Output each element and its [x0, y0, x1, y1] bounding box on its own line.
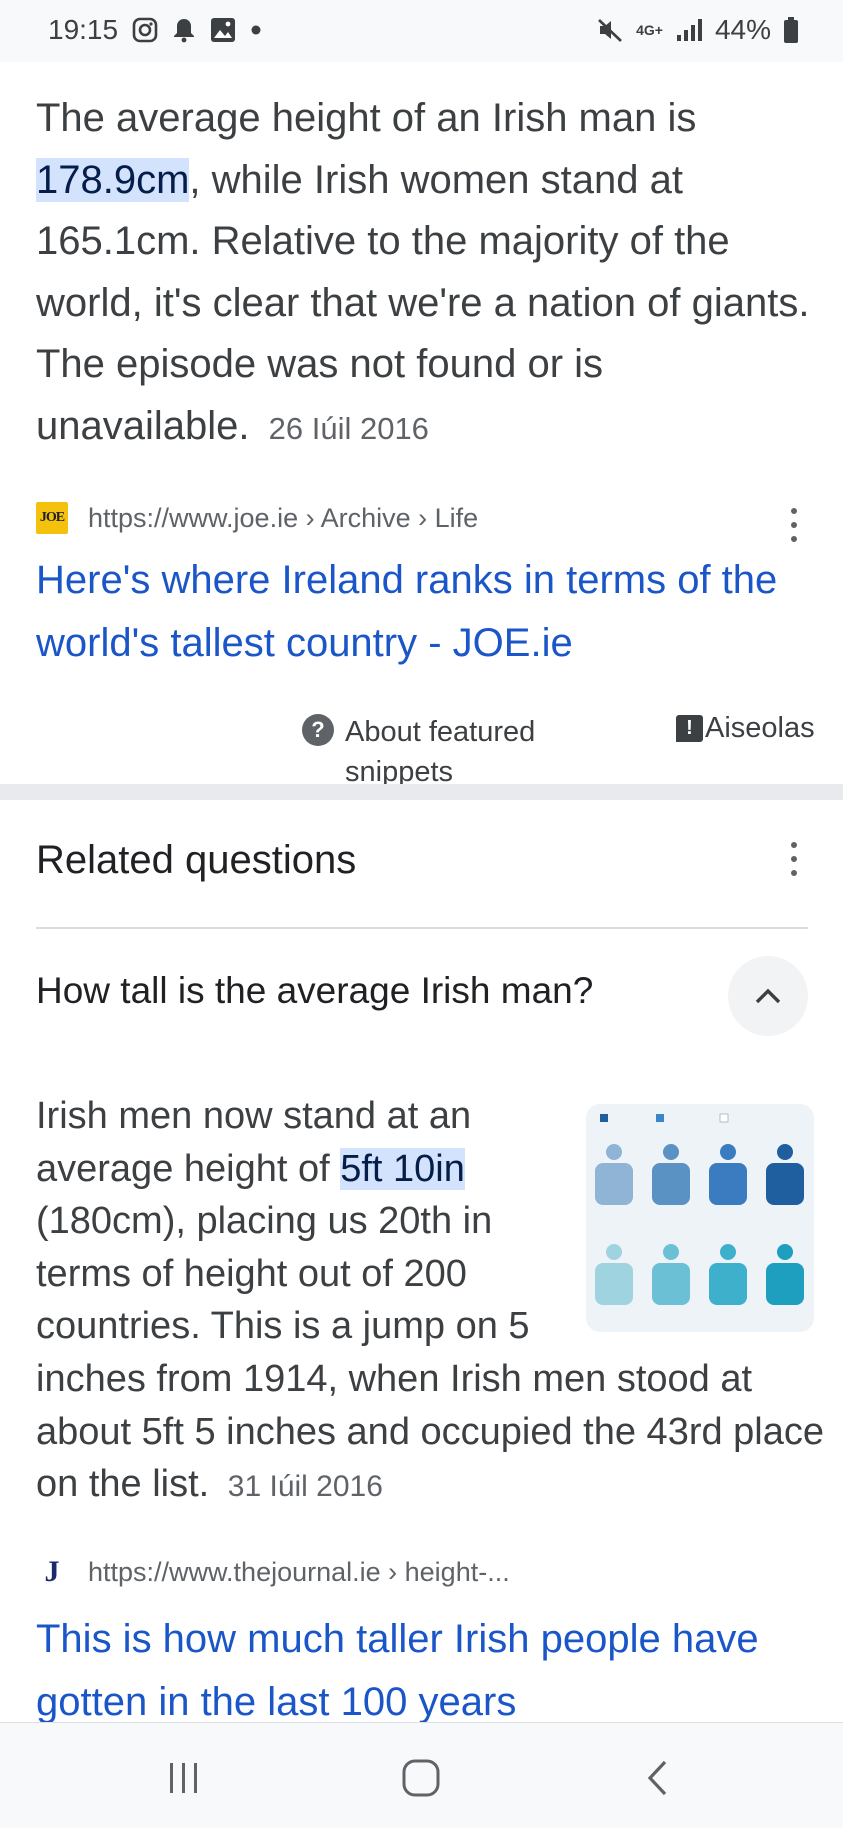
- back-icon[interactable]: [628, 1753, 688, 1803]
- chevron-up-icon: [755, 988, 781, 1004]
- snippet-source[interactable]: JOE https://www.joe.ie › Archive › Life: [36, 496, 806, 540]
- related-more-options-icon[interactable]: [788, 842, 800, 876]
- featured-snippet-text: The average height of an Irish man is 17…: [36, 96, 810, 448]
- mute-icon: [596, 16, 624, 44]
- answer-thumbnail[interactable]: [586, 1104, 814, 1332]
- answer-source[interactable]: J https://www.thejournal.ie › height-...: [36, 1555, 806, 1588]
- man-figure-icon: [766, 1144, 804, 1205]
- woman-figure-icon: [709, 1244, 747, 1305]
- result-title-link[interactable]: Here's where Ireland ranks in terms of t…: [36, 549, 816, 675]
- joe-logo-icon: JOE: [36, 502, 68, 534]
- home-icon[interactable]: [391, 1753, 451, 1803]
- more-options-icon[interactable]: [788, 508, 800, 542]
- notification-bell-icon: [172, 17, 196, 43]
- about-featured-snippets[interactable]: ? About featured snippets: [302, 712, 575, 792]
- man-figure-icon: [595, 1144, 633, 1205]
- man-figure-icon: [709, 1144, 747, 1205]
- gallery-icon: [210, 17, 236, 43]
- status-bar: 19:15 4G+ 44%: [0, 0, 843, 62]
- help-icon: ?: [302, 714, 334, 746]
- battery-percent: 44%: [714, 14, 771, 45]
- battery-icon: [783, 16, 799, 44]
- man-figure-icon: [652, 1144, 690, 1205]
- recent-apps-icon[interactable]: [154, 1753, 214, 1803]
- feedback-button[interactable]: ! Aiseolas: [676, 712, 815, 745]
- source-breadcrumb: https://www.joe.ie › Archive › Life: [88, 502, 479, 533]
- section-divider: [0, 784, 843, 800]
- height-infographic: [595, 1113, 804, 1305]
- divider: [36, 927, 808, 929]
- woman-figure-icon: [766, 1244, 804, 1305]
- feedback-icon: !: [676, 715, 703, 742]
- highlighted-answer: 178.9cm: [36, 157, 190, 202]
- dot-icon: [250, 24, 262, 36]
- related-questions-title: Related questions: [36, 838, 357, 882]
- woman-figure-icon: [652, 1244, 690, 1305]
- answer-title-link[interactable]: This is how much taller Irish people hav…: [36, 1608, 816, 1734]
- answer-date: 31 Iúil 2016: [227, 1470, 383, 1504]
- signal-icon: [675, 17, 703, 43]
- snippet-date: 26 Iúil 2016: [268, 410, 429, 446]
- collapse-button[interactable]: [728, 956, 808, 1036]
- thejournal-logo-icon: J: [44, 1555, 60, 1588]
- question-text[interactable]: How tall is the average Irish man?: [36, 970, 593, 1012]
- answer-text: Irish men now stand at an average height…: [36, 1095, 825, 1506]
- network-4g-icon: 4G+: [636, 21, 663, 38]
- instagram-icon: [132, 17, 158, 43]
- highlighted-answer: 5ft 10in: [340, 1147, 465, 1190]
- woman-figure-icon: [595, 1244, 633, 1305]
- status-time: 19:15: [48, 14, 119, 45]
- navigation-bar: [0, 1722, 843, 1828]
- source-breadcrumb: https://www.thejournal.ie › height-...: [88, 1556, 510, 1587]
